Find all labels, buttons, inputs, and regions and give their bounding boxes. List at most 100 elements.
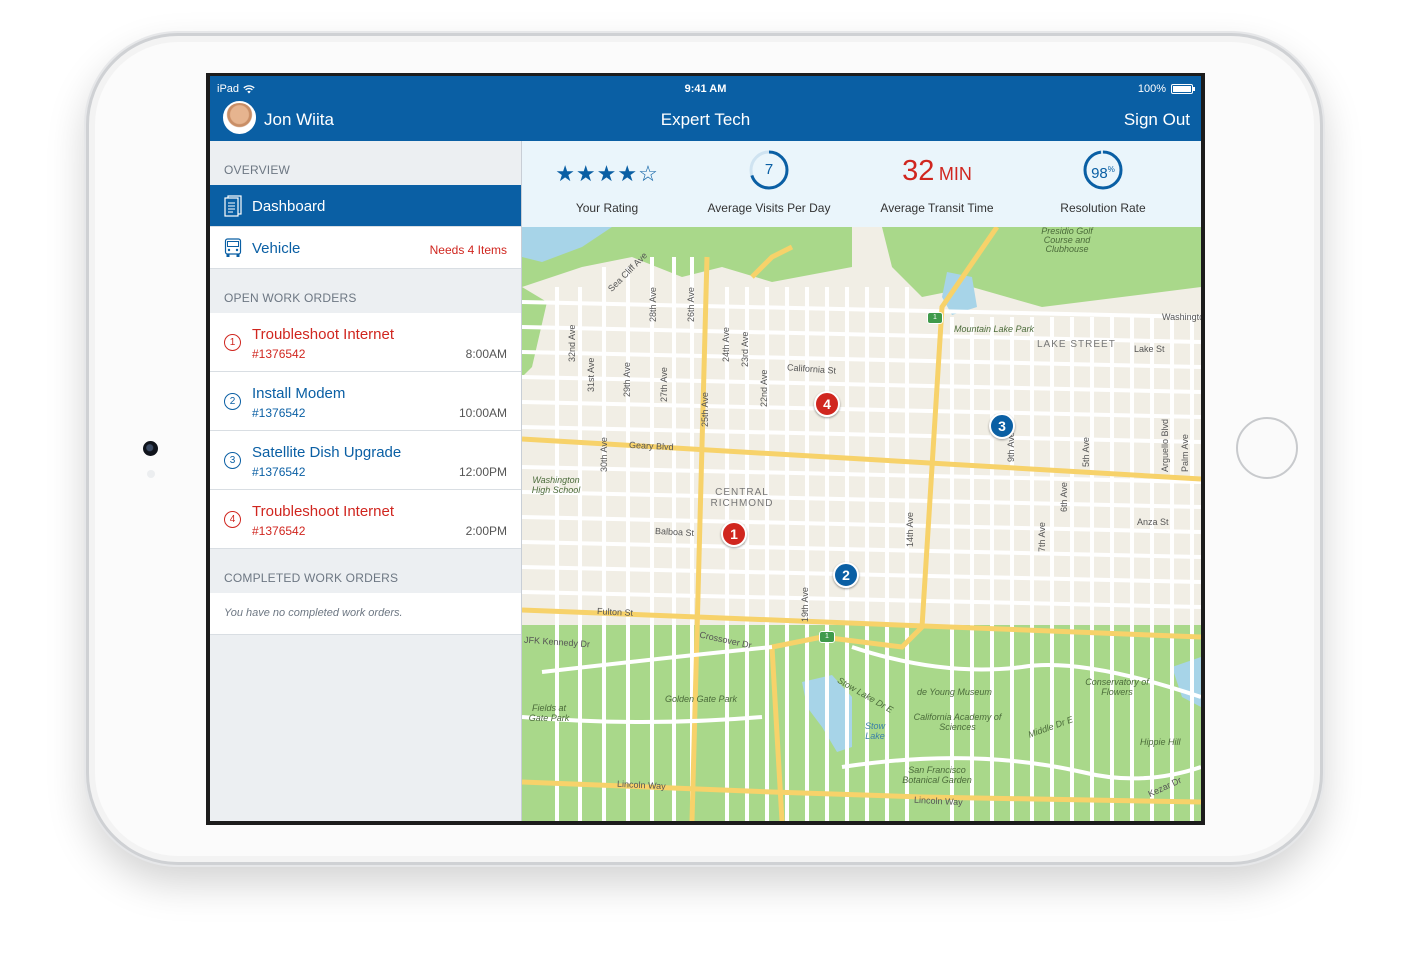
place-label: Golden Gate Park [665, 694, 738, 704]
sign-out-button[interactable]: Sign Out [1124, 110, 1190, 130]
order-id: #1376542 [252, 347, 306, 361]
order-number-badge: 1 [224, 334, 241, 351]
street-label: Anza St [1137, 517, 1169, 527]
street-label: 29th Ave [622, 362, 632, 397]
sidebar-item-vehicle[interactable]: Vehicle Needs 4 Items [210, 227, 521, 269]
work-order-4[interactable]: 4 Troubleshoot Internet #1376542 2:00PM [210, 490, 521, 549]
completed-orders-header: COMPLETED WORK ORDERS [224, 571, 399, 585]
map-pin-2[interactable]: 2 [833, 562, 859, 588]
screen: iPad 9:41 AM 100% Jon Wiita Expert Tech … [206, 73, 1205, 825]
district-label: CENTRAL RICHMOND [710, 487, 774, 509]
street-label: Balboa St [654, 525, 695, 539]
place-label: Fields at Gate Park [528, 703, 570, 723]
stats-bar: ★★★★☆ Your Rating 7 Average Visits Per D… [522, 141, 1201, 227]
place-label: Conservatory of Flowers [1085, 677, 1149, 697]
street-label: Arguello Blvd [1160, 418, 1170, 472]
stat-label: Your Rating [575, 201, 639, 215]
work-order-1[interactable]: 1 Troubleshoot Internet #1376542 8:00AM [210, 313, 521, 372]
order-title: Troubleshoot Internet [252, 326, 395, 343]
open-orders-header: OPEN WORK ORDERS [224, 291, 357, 305]
status-badge: Needs 4 Items [429, 243, 507, 257]
street-label: 23rd Ave [740, 331, 750, 367]
order-id: #1376542 [252, 465, 306, 479]
status-right: 100% [1137, 83, 1195, 95]
completed-empty-message: You have no completed work orders. [210, 593, 521, 635]
vehicle-icon [224, 238, 242, 257]
transit-unit: MIN [938, 164, 972, 184]
street-label: 28th Ave [648, 287, 658, 322]
sidebar: OVERVIEW Dashboard Vehicle Needs 4 Items… [210, 141, 522, 821]
stat-label: Average Transit Time [880, 201, 994, 215]
order-time: 12:00PM [458, 465, 507, 479]
resolution-value-group: 98% [1082, 149, 1124, 191]
street-label: 27th Ave [659, 367, 669, 402]
place-label: Washington High School [531, 475, 581, 495]
lake-label: Stow Lake [864, 721, 885, 741]
stat-transit: 32 MIN Average Transit Time [852, 141, 1022, 227]
navigation-bar: iPad 9:41 AM 100% Jon Wiita Expert Tech … [210, 76, 1201, 141]
street-label: 14th Ave [905, 512, 915, 547]
overview-header: OVERVIEW [224, 163, 291, 177]
order-number-badge: 4 [224, 511, 241, 528]
work-order-3[interactable]: 3 Satellite Dish Upgrade #1376542 12:00P… [210, 431, 521, 490]
place-label: de Young Museum [917, 687, 992, 697]
map-view[interactable]: Sea Cliff Ave 28th Ave 26th Ave 24th Ave… [522, 227, 1201, 821]
work-order-2[interactable]: 2 Install Modem #1376542 10:00AM [210, 372, 521, 431]
order-time: 10:00AM [458, 406, 507, 420]
street-label: Lake St [1134, 344, 1165, 354]
stat-label: Average Visits Per Day [707, 201, 831, 215]
order-title: Install Modem [252, 385, 346, 402]
street-label: 22nd Ave [759, 369, 769, 407]
street-label: 24th Ave [721, 327, 731, 362]
sidebar-item-label: Dashboard [252, 198, 326, 215]
battery-icon [1171, 84, 1195, 94]
street-label: 26th Ave [686, 287, 696, 322]
stat-visits: 7 Average Visits Per Day [684, 141, 854, 227]
stat-resolution: 98% Resolution Rate [1018, 141, 1188, 227]
status-time: 9:41 AM [684, 83, 727, 95]
transit-value-group: 32 MIN [852, 155, 1022, 188]
home-button[interactable] [1236, 417, 1298, 479]
street-label: Washington [1162, 312, 1201, 322]
order-title: Satellite Dish Upgrade [252, 444, 402, 461]
page-title: Expert Tech [660, 110, 751, 129]
street-label: 25th Ave [700, 392, 710, 427]
street-label: Fulton St [596, 606, 634, 618]
transit-value: 32 [902, 155, 935, 187]
order-title: Troubleshoot Internet [252, 503, 395, 520]
app-display: iPad 9:41 AM 100% Jon Wiita Expert Tech … [210, 76, 1201, 821]
street-label: 5th Ave [1081, 437, 1091, 467]
camera-icon [143, 441, 158, 456]
order-time: 8:00AM [465, 347, 507, 361]
place-label: Presidio Golf Course and Clubhouse [1041, 227, 1093, 254]
order-id: #1376542 [252, 406, 306, 420]
district-label: LAKE STREET [1037, 339, 1116, 350]
street-label: 32nd Ave [567, 324, 577, 362]
visits-value: 7 [764, 161, 774, 178]
place-label: Hippie Hill [1140, 737, 1181, 747]
highway-marker-icon: 1 [927, 312, 943, 324]
sidebar-item-label: Vehicle [252, 240, 301, 257]
star-rating: ★★★★☆ [555, 161, 659, 186]
map-pin-1[interactable]: 1 [721, 521, 747, 547]
street-label: 7th Ave [1037, 522, 1047, 552]
order-time: 2:00PM [465, 524, 507, 538]
sensor [147, 470, 155, 478]
street-label: 31st Ave [586, 357, 596, 392]
order-number-badge: 2 [224, 393, 241, 410]
place-label: San Francisco Botanical Garden [902, 765, 972, 785]
street-label: 6th Ave [1059, 482, 1069, 512]
resolution-unit: % [1107, 165, 1115, 174]
street-label: Palm Ave [1180, 434, 1190, 472]
order-id: #1376542 [252, 524, 306, 538]
street-label: 30th Ave [599, 437, 609, 472]
map-pin-4[interactable]: 4 [814, 391, 840, 417]
battery-percent: 100% [1137, 83, 1166, 95]
street-label: 19th Ave [800, 587, 810, 622]
sidebar-item-dashboard[interactable]: Dashboard [210, 185, 521, 227]
highway-marker-icon: 1 [819, 631, 835, 643]
resolution-value: 98 [1091, 165, 1108, 182]
park-label: Mountain Lake Park [954, 324, 1035, 334]
order-number-badge: 3 [224, 452, 241, 469]
map-pin-3[interactable]: 3 [989, 413, 1015, 439]
